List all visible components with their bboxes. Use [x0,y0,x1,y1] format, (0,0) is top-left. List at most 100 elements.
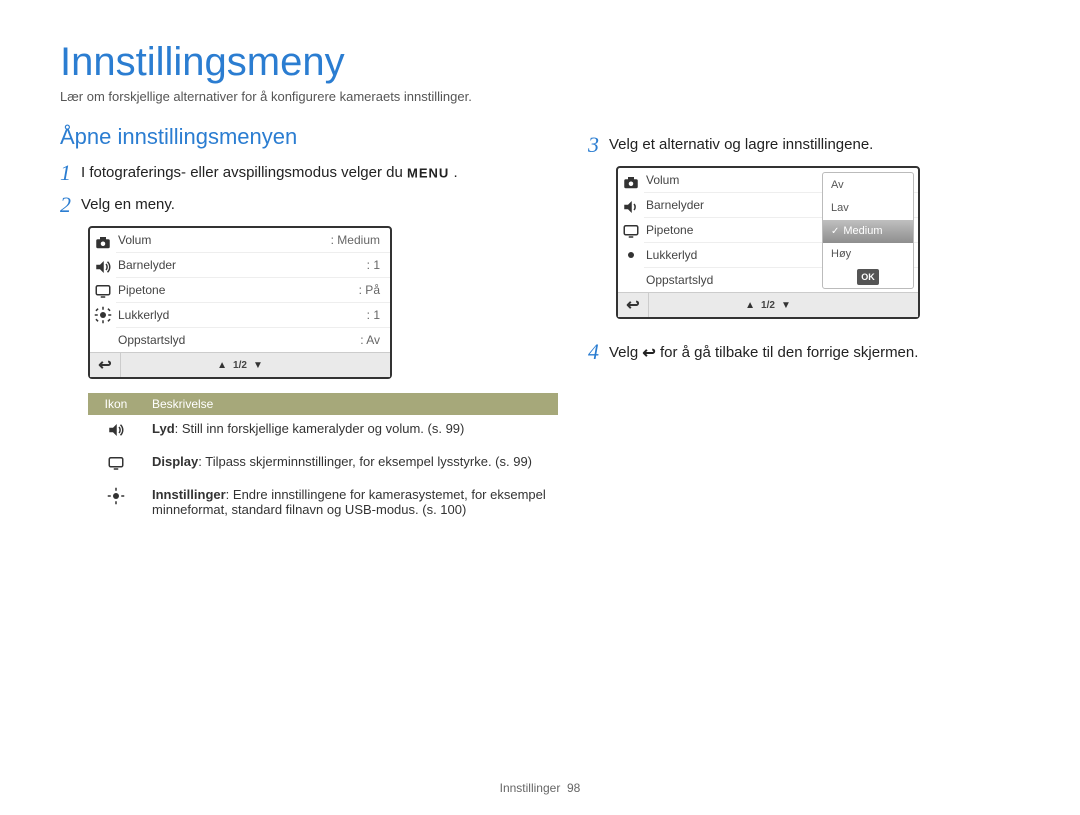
gear-icon [107,487,125,505]
page-footer: Innstillinger 98 [0,781,1080,795]
sound-icon [622,198,640,216]
back-icon: ↩ [626,295,639,315]
option-hoy[interactable]: Høy [823,243,913,266]
icon-description-table: Ikon Beskrivelse Lyd: Still inn forskjel… [88,393,558,523]
step-4-text-a: Velg [609,344,642,361]
back-icon: ↩ [642,345,655,362]
up-icon[interactable]: ▲ [217,360,227,371]
th-desc: Beskrivelse [144,393,558,415]
row-label: Lukkerlyd [118,308,169,322]
pager: ▲ 1/2 ▼ [121,360,359,371]
list-item: Lukkerlyd : 1 [116,303,390,328]
row-label: Volum [646,173,679,187]
step-number: 3 [588,134,599,156]
list-item: Volum : Medium [116,228,390,253]
step-1-text: I fotograferings- eller avspillingsmodus… [81,162,458,181]
step-number: 2 [60,194,71,216]
footer-page: 98 [567,781,580,795]
page-title: Innstillingsmeny [60,40,1020,85]
back-button[interactable]: ↩ [618,293,649,317]
screen-side-icons [618,168,644,292]
gear-icon [94,306,112,324]
row-value: : Medium [331,233,380,247]
row-value: : 1 [367,258,380,272]
menu-icon: MENU [407,166,449,181]
column-right: 3 Velg et alternativ og lagre innstillin… [588,124,1020,523]
desc-text: : Tilpass skjerminnstillinger, for eksem… [198,454,532,469]
step-number: 1 [60,162,71,184]
table-row: Display: Tilpass skjerminnstillinger, fo… [88,448,558,481]
desc-bold: Display [152,454,198,469]
section-title: Åpne innstillingsmenyen [60,124,558,150]
pager: ▲ 1/2 ▼ [649,300,887,311]
screen-footer: ↩ ▲ 1/2 ▼ [618,292,918,317]
footer-label: Innstillinger [500,781,561,795]
th-icon: Ikon [88,393,144,415]
check-icon: ✓ [831,226,839,237]
row-label: Volum [118,233,151,247]
row-label: Oppstartslyd [118,333,185,347]
display-icon [94,282,112,300]
column-left: Åpne innstillingsmenyen 1 I fotograferin… [60,124,558,523]
gear-icon [622,246,640,264]
down-icon[interactable]: ▼ [781,300,791,311]
up-icon[interactable]: ▲ [745,300,755,311]
screen-list: Volum : Medium Barnelyder : 1 Pipetone : På… [116,228,390,352]
ok-button[interactable]: OK [857,269,879,285]
step-1: 1 I fotograferings- eller avspillingsmod… [60,162,558,184]
row-label: Oppstartslyd [646,273,713,287]
row-value: : 1 [367,308,380,322]
step-1-text-b: . [453,164,457,181]
step-2-text: Velg en meny. [81,194,175,213]
option-popup: Av Lav ✓ Medium Høy OK [822,172,914,289]
step-4-text-b: for å gå tilbake til den forrige skjerme… [660,344,918,361]
down-icon[interactable]: ▼ [253,360,263,371]
list-item: Oppstartslyd : Av [116,328,390,352]
sound-icon [107,421,125,439]
row-label: Pipetone [118,283,165,297]
option-medium[interactable]: ✓ Medium [823,220,913,243]
back-icon: ↩ [98,355,111,375]
camera-screen-options: Volum Barnelyder Pipetone Lukkerlyd Opps… [616,166,920,319]
display-icon [622,222,640,240]
page-subtitle: Lær om forskjellige alternativer for å k… [60,89,1020,104]
row-value: : På [359,283,380,297]
step-3: 3 Velg et alternativ og lagre innstillin… [588,134,1020,156]
desc-bold: Innstillinger [152,487,226,502]
row-value: : Av [360,333,380,347]
screen-footer: ↩ ▲ 1/2 ▼ [90,352,390,377]
option-label: Høy [831,248,851,260]
step-1-text-a: I fotograferings- eller avspillingsmodus… [81,164,407,181]
table-row: Lyd: Still inn forskjellige kameralyder … [88,415,558,448]
screen-side-icons [90,228,116,352]
row-label: Pipetone [646,223,693,237]
list-item: Pipetone : På [116,278,390,303]
step-3-text: Velg et alternativ og lagre innstillinge… [609,134,873,153]
page-indicator: 1/2 [233,360,247,371]
option-lav[interactable]: Lav [823,196,913,219]
step-4: 4 Velg ↩ for å gå tilbake til den forrig… [588,341,1020,363]
desc-bold: Lyd [152,421,175,436]
page-indicator: 1/2 [761,300,775,311]
display-icon [107,454,125,472]
option-label: Medium [843,225,882,237]
step-number: 4 [588,341,599,363]
camera-icon [622,174,640,192]
option-ok-row: OK [823,266,913,288]
option-av[interactable]: Av [823,173,913,196]
two-columns: Åpne innstillingsmenyen 1 I fotograferin… [60,124,1020,523]
table-row: Innstillinger: Endre innstillingene for … [88,481,558,523]
camera-icon [94,234,112,252]
step-2: 2 Velg en meny. [60,194,558,216]
desc-text: : Still inn forskjellige kameralyder og … [175,421,465,436]
back-button[interactable]: ↩ [90,353,121,377]
step-4-text: Velg ↩ for å gå tilbake til den forrige … [609,341,918,363]
option-label: Av [831,179,844,191]
row-label: Barnelyder [646,198,704,212]
sound-icon [94,258,112,276]
row-label: Barnelyder [118,258,176,272]
camera-screen-menu: Volum : Medium Barnelyder : 1 Pipetone : På… [88,226,392,379]
manual-page: Innstillingsmeny Lær om forskjellige alt… [0,0,1080,815]
list-item: Barnelyder : 1 [116,253,390,278]
option-label: Lav [831,202,849,214]
